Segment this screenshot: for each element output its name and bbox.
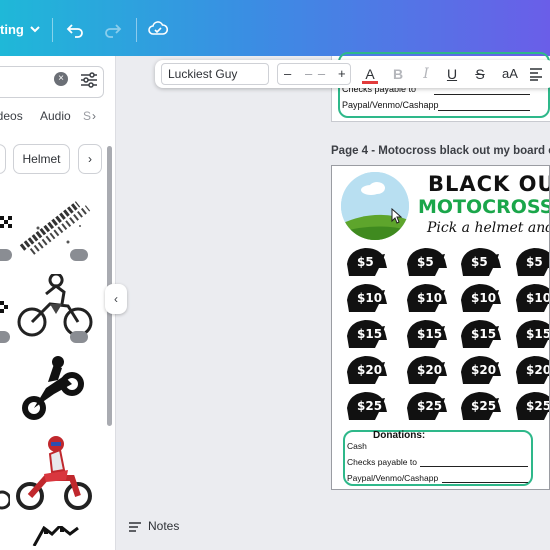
design-page-4[interactable]: BLACK OUT I MOTOCROSS I Pick a helmet an… (331, 165, 550, 490)
helmet-price-label: $20 (471, 363, 497, 377)
helmet-price-label: $15 (526, 327, 550, 341)
premium-crown-icon (70, 331, 88, 343)
tabs-scroll-right-icon[interactable]: › (92, 109, 96, 123)
motocross-rider-sketch-asset[interactable] (16, 274, 94, 338)
page-4-title[interactable]: Page 4 - Motocross black out my board ed (331, 145, 550, 157)
landscape-graphic (341, 172, 409, 240)
header-divider (136, 18, 137, 42)
category-tabs: ideos Audio S › (0, 109, 115, 129)
resize-menu-label[interactable]: ting (0, 22, 24, 37)
elements-side-panel: × ideos Audio S › Helmet › (0, 56, 116, 550)
clear-search-icon[interactable]: × (54, 72, 68, 86)
donations-paypal-line: Paypal/Venmo/Cashapp (347, 473, 439, 483)
black-out-heading[interactable]: BLACK OUT I (428, 172, 549, 196)
fill-line (438, 110, 530, 111)
red-dirt-bike-rider-asset[interactable] (16, 434, 92, 514)
checkered-flag-asset[interactable] (0, 214, 12, 240)
notes-button[interactable]: Notes (148, 519, 179, 533)
sky-hill-image[interactable] (341, 172, 409, 240)
helmet-price-label: $10 (357, 291, 383, 305)
helmet-price-label: $15 (357, 327, 383, 341)
text-format-toolbar: Luckiest Guy – – – + A B I U S aA (155, 60, 550, 88)
underline-button[interactable]: U (445, 65, 459, 83)
increase-font-size-button[interactable]: + (338, 66, 346, 81)
checkered-flag-asset[interactable] (30, 526, 80, 546)
motocross-heading[interactable]: MOTOCROSS I (418, 196, 549, 218)
chevron-down-icon[interactable] (28, 22, 42, 36)
font-size-stepper[interactable]: – – – + (277, 63, 351, 85)
bold-button[interactable]: B (391, 65, 405, 83)
donations-cash-line: Cash (347, 441, 367, 451)
helmet-price-label: $20 (357, 363, 383, 377)
helmet-price-label: $25 (357, 399, 383, 413)
tire-tracks-asset[interactable] (18, 198, 94, 256)
top-header-bar: ting (0, 0, 550, 56)
filter-settings-icon[interactable] (80, 72, 98, 88)
filter-chip-helmet[interactable]: Helmet (13, 144, 70, 174)
motocross-jump-silhouette-asset[interactable] (14, 354, 92, 424)
decrease-font-size-button[interactable]: – (284, 66, 291, 81)
page3-paypal-line: Paypal/Venmo/Cashapp (342, 100, 439, 110)
italic-button[interactable]: I (419, 65, 433, 83)
helmet-price-label: $25 (526, 399, 550, 413)
fill-line (420, 466, 528, 467)
premium-crown-icon (0, 249, 12, 261)
helmet-price-label: $5 (471, 255, 488, 269)
helmet-price-label: $10 (417, 291, 443, 305)
helmet-price-label: $5 (357, 255, 374, 269)
undo-icon[interactable] (66, 21, 84, 39)
tab-more[interactable]: S (83, 109, 91, 123)
header-divider (52, 18, 53, 42)
mouse-cursor-icon (391, 208, 403, 224)
donations-checks-line: Checks payable to (347, 457, 417, 467)
checkered-flag-asset[interactable] (0, 470, 10, 510)
collapse-panel-button[interactable]: ‹ (105, 284, 127, 314)
font-size-value[interactable]: – – (305, 66, 326, 81)
text-color-swatch (362, 81, 378, 84)
chips-next-button[interactable]: › (78, 144, 102, 174)
notes-icon[interactable] (128, 521, 142, 533)
checkered-flag-asset[interactable] (0, 301, 10, 315)
helmet-price-label: $10 (471, 291, 497, 305)
cloud-save-icon[interactable] (148, 20, 168, 38)
align-left-icon[interactable] (529, 67, 543, 81)
donations-title: Donations: (373, 430, 426, 441)
helmet-price-label: $10 (526, 291, 550, 305)
helmet-price-label: $15 (417, 327, 443, 341)
premium-crown-icon (0, 331, 10, 343)
premium-crown-icon (70, 249, 88, 261)
tab-videos[interactable]: ideos (0, 109, 23, 123)
helmet-price-label: $5 (417, 255, 434, 269)
tab-audio[interactable]: Audio (40, 109, 71, 123)
helmet-price-label: $20 (417, 363, 443, 377)
font-family-select[interactable]: Luckiest Guy (161, 63, 269, 85)
filter-chip[interactable] (0, 144, 6, 174)
fill-line (434, 94, 530, 95)
helmet-price-label: $5 (526, 255, 543, 269)
redo-icon[interactable] (104, 21, 122, 39)
strikethrough-button[interactable]: S (473, 65, 487, 83)
helmet-price-label: $25 (471, 399, 497, 413)
fill-line (442, 482, 528, 483)
helmet-price-label: $15 (471, 327, 497, 341)
instructions-script-text[interactable]: Pick a helmet and (427, 220, 549, 236)
helmet-price-label: $20 (526, 363, 550, 377)
letter-case-button[interactable]: aA (499, 65, 521, 83)
helmet-price-label: $25 (417, 399, 443, 413)
